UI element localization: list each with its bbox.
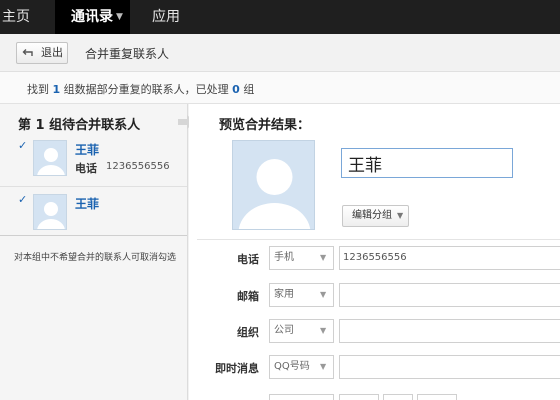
phone-label: 电话 (237, 253, 259, 266)
duplicate-summary: 找到 1 组数据部分重复的联系人，已处理 0 组 (27, 81, 254, 97)
back-button[interactable]: 退出 (16, 42, 68, 64)
next-input[interactable] (383, 394, 413, 400)
avatar-placeholder-icon (37, 202, 65, 229)
organization-type-value: 公司 (274, 325, 294, 336)
summary-middle: 组数据部分重复的联系人，已处理 (63, 83, 229, 96)
avatar-placeholder-icon (238, 159, 311, 229)
name-field[interactable] (341, 148, 513, 178)
organization-type-select[interactable]: 公司 ▼ (269, 319, 334, 343)
avatar (33, 194, 67, 230)
organization-input[interactable] (339, 319, 560, 343)
chevron-down-icon: ▼ (397, 211, 404, 220)
list-item: ✓ 王菲 (0, 188, 187, 236)
info-bar: 找到 1 组数据部分重复的联系人，已处理 0 组 (0, 72, 560, 104)
nav-home[interactable]: 主页 (2, 0, 30, 34)
chevron-down-icon: ▼ (320, 326, 327, 335)
chevron-down-icon: ▼ (320, 290, 327, 299)
email-input[interactable] (339, 283, 560, 307)
email-label: 邮箱 (237, 290, 259, 303)
email-type-select[interactable]: 家用 ▼ (269, 283, 334, 307)
next-input[interactable] (417, 394, 457, 400)
top-nav: 主页 通讯录 ▼ 应用 (0, 0, 560, 34)
list-item: ✓ 王菲 电话 1236556556 (0, 134, 187, 187)
im-type-select[interactable]: QQ号码 ▼ (269, 355, 334, 379)
merge-preview-panel: 预览合并结果： 编辑分组 ▼ 电话 手机 ▼ 1236556556 邮箱 家用 … (189, 104, 560, 400)
avatar (33, 140, 67, 176)
edit-group-label: 编辑分组 (352, 210, 392, 221)
chevron-down-icon: ▼ (320, 253, 327, 262)
toolbar: 退出 合并重复联系人 (0, 34, 560, 72)
page-title: 合并重复联系人 (85, 47, 170, 61)
next-type-select[interactable] (269, 394, 334, 400)
group-count: 1 (52, 83, 61, 96)
nav-contacts-label: 通讯录 (71, 9, 113, 25)
im-input[interactable] (339, 355, 560, 379)
next-input[interactable] (339, 394, 379, 400)
summary-suffix: 组 (243, 83, 255, 96)
im-type-value: QQ号码 (274, 361, 310, 372)
contact-name[interactable]: 王菲 (75, 141, 99, 158)
avatar-placeholder-icon (37, 148, 65, 175)
divider (197, 239, 560, 240)
checkbox-checked-icon[interactable]: ✓ (18, 140, 29, 151)
organization-label: 组织 (237, 326, 259, 339)
processed-count: 0 (232, 83, 240, 96)
back-button-label: 退出 (41, 46, 63, 59)
chevron-down-icon: ▼ (116, 12, 123, 22)
avatar[interactable] (232, 140, 315, 230)
checkbox-checked-icon[interactable]: ✓ (18, 194, 29, 205)
back-arrow-icon (22, 49, 33, 56)
contact-phone-value: 1236556556 (106, 161, 170, 172)
phone-type-select[interactable]: 手机 ▼ (269, 246, 334, 270)
group-title: 第 1 组待合并联系人 (18, 118, 141, 133)
email-type-value: 家用 (274, 289, 294, 300)
edit-group-button[interactable]: 编辑分组 ▼ (342, 205, 409, 227)
duplicate-group-panel: 第 1 组待合并联系人 ✓ 王菲 电话 1236556556 ✓ 王菲 对本组中… (0, 104, 188, 400)
contact-phone-label: 电话 (75, 162, 97, 175)
chevron-down-icon: ▼ (320, 362, 327, 371)
uncheck-hint: 对本组中不希望合并的联系人可取消勾选 (14, 253, 177, 263)
phone-input[interactable]: 1236556556 (339, 246, 560, 270)
preview-title: 预览合并结果： (219, 118, 311, 133)
contact-name[interactable]: 王菲 (75, 195, 99, 212)
nav-apps[interactable]: 应用 (152, 0, 180, 34)
summary-prefix: 找到 (27, 83, 49, 96)
im-label: 即时消息 (215, 362, 259, 375)
nav-contacts[interactable]: 通讯录 ▼ (55, 0, 130, 34)
phone-type-value: 手机 (274, 252, 294, 263)
